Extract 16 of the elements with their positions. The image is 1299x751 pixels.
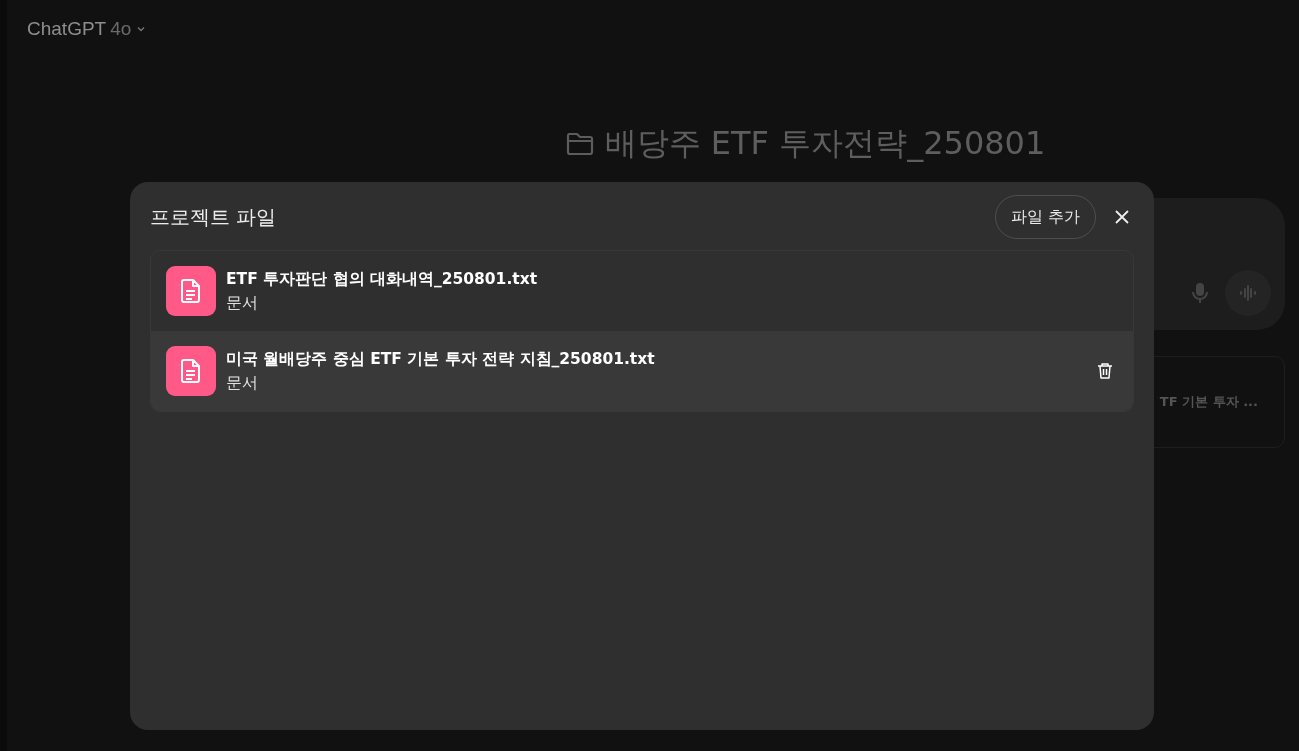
file-name: ETF 투자판단 협의 대화내역_250801.txt: [226, 268, 539, 290]
document-icon: [166, 346, 216, 396]
trash-icon: [1097, 362, 1113, 380]
file-type: 문서: [226, 292, 259, 314]
file-row[interactable]: 미국 월배당주 중심 ETF 기본 투자 전략 지침_250801.txt 문서: [151, 331, 1133, 411]
file-card-title: TF 기본 투자 ...: [1159, 393, 1258, 411]
model-selector[interactable]: ChatGPT 4o: [27, 18, 148, 40]
folder-icon: [564, 131, 595, 157]
waveform-icon: [1238, 285, 1258, 301]
file-row[interactable]: ETF 투자판단 협의 대화내역_250801.txt 문서: [151, 251, 1133, 331]
document-icon: [166, 266, 216, 316]
project-title: 배당주 ETF 투자전략_250801: [604, 123, 1046, 164]
close-icon: [1114, 209, 1130, 225]
file-name: 미국 월배당주 중심 ETF 기본 투자 전략 지침_250801.txt: [226, 348, 656, 370]
file-type: 문서: [226, 372, 259, 394]
dialog-title: 프로젝트 파일: [150, 203, 278, 231]
